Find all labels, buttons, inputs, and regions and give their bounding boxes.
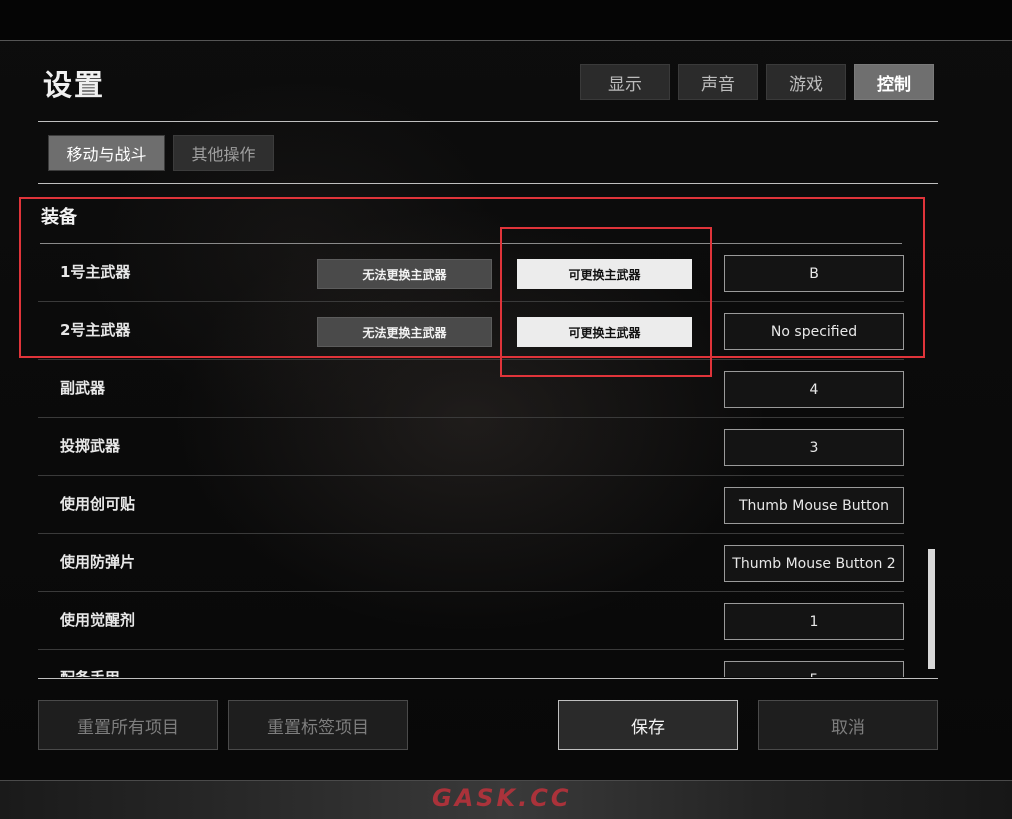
tab-control[interactable]: 控制 [854,64,934,100]
highlight-box-can-switch [500,227,712,377]
highlight-box-equipment [19,197,925,358]
tab-display[interactable]: 显示 [580,64,670,100]
cancel-button[interactable]: 取消 [758,700,938,750]
subtab-other-actions[interactable]: 其他操作 [173,135,274,171]
row-label: 使用防弹片 [60,553,136,571]
row-label: 使用觉醒剂 [60,611,136,629]
keybind-button[interactable]: Thumb Mouse Button 2 [724,545,904,582]
watermark-logo: GASK.CC [432,784,572,812]
keybind-button[interactable]: 4 [724,371,904,408]
top-strip [0,0,1012,41]
keybind-row: 使用创可贴 Thumb Mouse Button [38,476,904,534]
keybind-button[interactable]: Thumb Mouse Button [724,487,904,524]
keybind-row: 副武器 4 [38,360,904,418]
reset-tab-button[interactable]: 重置标签项目 [228,700,408,750]
reset-all-button[interactable]: 重置所有项目 [38,700,218,750]
subtab-divider [38,183,938,184]
list-bottom-divider [38,678,938,679]
row-label: 使用创可贴 [60,495,136,513]
keybind-button[interactable]: 1 [724,603,904,640]
page-title: 设置 [43,68,106,102]
keybind-button[interactable]: 3 [724,429,904,466]
save-button[interactable]: 保存 [558,700,738,750]
keybind-row: 使用防弹片 Thumb Mouse Button 2 [38,534,904,592]
header-divider [38,121,938,122]
tab-sound[interactable]: 声音 [678,64,758,100]
keybind-row: 投掷武器 3 [38,418,904,476]
keybind-row: 使用觉醒剂 1 [38,592,904,650]
keybind-row: 配备手甲 5 [38,650,904,677]
scrollbar-thumb[interactable] [928,549,935,669]
tab-game[interactable]: 游戏 [766,64,846,100]
keybind-button[interactable]: 5 [724,661,904,677]
row-label: 投掷武器 [60,437,121,455]
row-label: 副武器 [60,379,106,397]
subtab-move-combat[interactable]: 移动与战斗 [48,135,165,171]
row-label: 配备手甲 [60,667,120,677]
